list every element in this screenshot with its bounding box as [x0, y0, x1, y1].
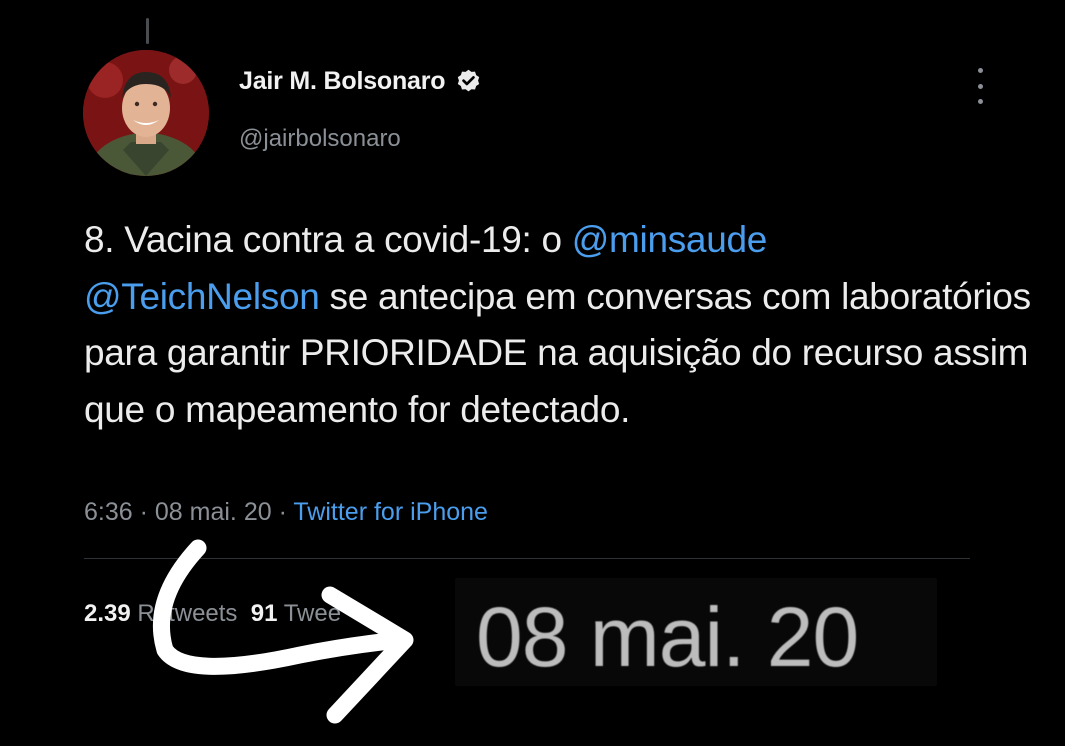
- thread-connector: [146, 18, 149, 44]
- avatar-photo: [83, 50, 209, 176]
- mention-minsaude[interactable]: @minsaude: [572, 219, 768, 260]
- zoomed-date-text: 08 mai. 20: [476, 590, 859, 684]
- quote-tweets-label[interactable]: Twee: [284, 600, 341, 627]
- tweet-text-prefix: 8. Vacina contra a covid-19: o: [84, 219, 572, 260]
- tweet-time: 6:36: [84, 498, 133, 526]
- meta-separator: ·: [132, 498, 155, 526]
- author-name-row[interactable]: Jair M. Bolsonaro: [239, 67, 482, 96]
- author-display-name[interactable]: Jair M. Bolsonaro: [239, 67, 446, 96]
- tweet-source-link[interactable]: Twitter for iPhone: [293, 498, 488, 526]
- quote-tweets-count[interactable]: 91: [251, 600, 278, 627]
- author-handle[interactable]: @jairbolsonaro: [239, 125, 401, 153]
- tweet-stats: 2.39 Retweets 91 Twee: [84, 600, 341, 628]
- avatar[interactable]: [83, 50, 209, 176]
- retweets-label[interactable]: Retweets: [137, 600, 237, 627]
- mention-teichnelson[interactable]: @TeichNelson: [84, 276, 320, 317]
- more-options-icon[interactable]: [970, 68, 990, 104]
- tweet-date[interactable]: 08 mai. 20: [155, 498, 272, 526]
- meta-separator: ·: [271, 498, 294, 526]
- verified-badge-icon: [455, 68, 482, 95]
- tweet-meta: 6:36 · 08 mai. 20 · Twitter for iPhone: [84, 498, 488, 527]
- divider: [84, 558, 970, 559]
- retweets-count[interactable]: 2.39: [84, 600, 131, 627]
- tweet-text: 8. Vacina contra a covid-19: o @minsaude…: [84, 212, 1034, 438]
